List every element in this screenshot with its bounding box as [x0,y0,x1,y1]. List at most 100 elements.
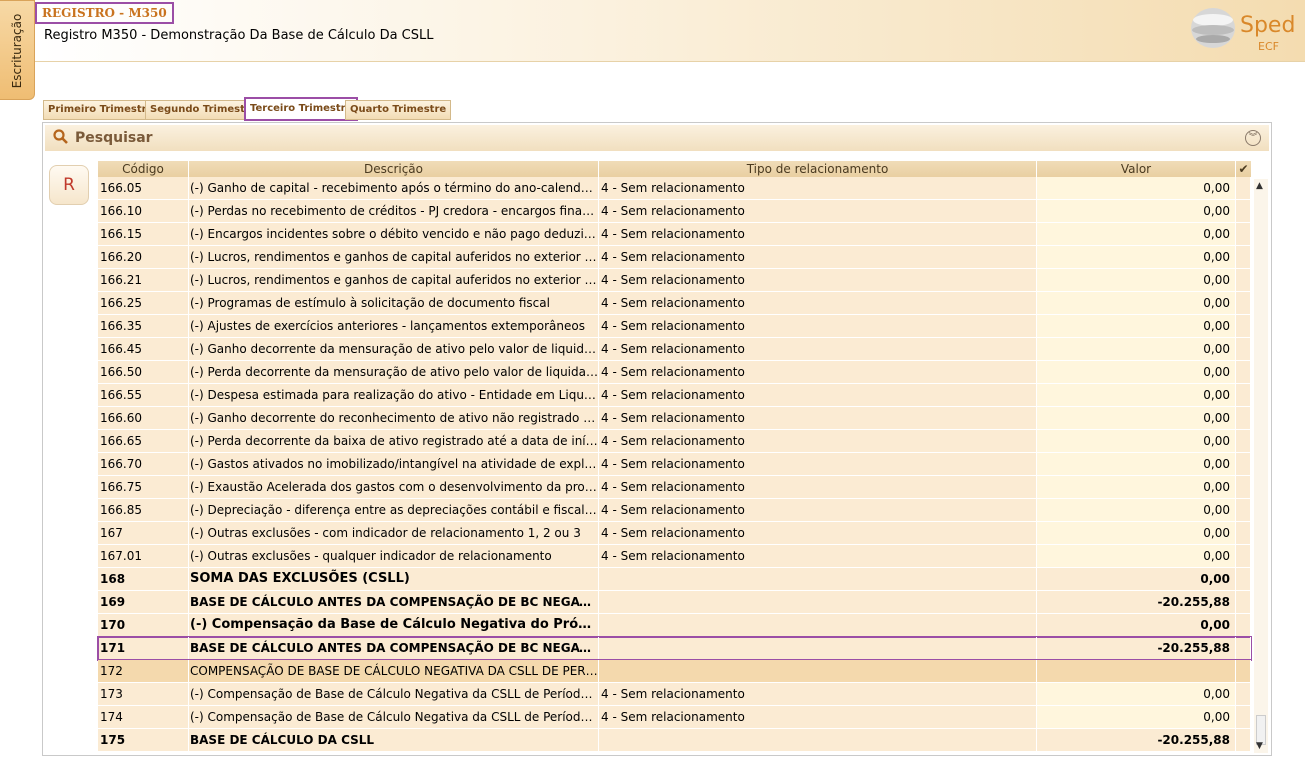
cell-valor[interactable]: 0,00 [1037,499,1236,521]
tab-terceiro-trimestre[interactable]: Terceiro Trimestre [244,97,359,121]
cell-valor[interactable] [1037,660,1236,682]
cell-check [1236,407,1251,429]
cell-descricao: (-) Gastos ativados no imobilizado/intan… [189,453,599,475]
cell-tipo: 4 - Sem relacionamento [599,706,1037,728]
expand-icon[interactable]: ︾ [1245,130,1261,146]
cell-descricao: (-) Perda decorrente da baixa de ativo r… [189,430,599,452]
table-row[interactable]: 166.50 (-) Perda decorrente da mensuração… [98,361,1251,384]
cell-valor[interactable]: 0,00 [1037,476,1236,498]
tab-quarto-trimestre[interactable]: Quarto Trimestre [345,100,452,120]
cell-valor[interactable]: 0,00 [1037,315,1236,337]
table-row[interactable]: 166.10 (-) Perdas no recebimento de crédi… [98,200,1251,223]
cell-check [1236,269,1251,291]
cell-check [1236,522,1251,544]
cell-valor[interactable]: 0,00 [1037,177,1236,199]
cell-descricao: (-) Ajustes de exercícios anteriores - l… [189,315,599,337]
table-row[interactable]: 167.01 (-) Outras exclusões - qualquer in… [98,545,1251,568]
cell-tipo: 4 - Sem relacionamento [599,338,1037,360]
table-row[interactable]: 166.35 (-) Ajustes de exercícios anterior… [98,315,1251,338]
table-row[interactable]: 167 (-) Outras exclusões - com indicador … [98,522,1251,545]
cell-descricao: BASE DE CÁLCULO ANTES DA COMPENSAÇÃO DE … [189,591,599,613]
cell-valor[interactable]: 0,00 [1037,338,1236,360]
cell-descricao: COMPENSAÇÃO DE BASE DE CÁLCULO NEGATIVA … [189,660,599,682]
cell-valor[interactable]: 0,00 [1037,614,1236,636]
record-button[interactable]: R [49,165,89,205]
search-bar[interactable]: Pesquisar ︾ [45,125,1269,151]
cell-valor[interactable]: -20.255,88 [1037,591,1236,613]
cell-tipo: 4 - Sem relacionamento [599,246,1037,268]
cell-valor[interactable]: 0,00 [1037,200,1236,222]
cell-descricao: (-) Depreciação - diferença entre as dep… [189,499,599,521]
cell-valor[interactable]: 0,00 [1037,453,1236,475]
search-label: Pesquisar [75,130,153,146]
column-header-tipo[interactable]: Tipo de relacionamento [599,161,1037,177]
cell-check [1236,292,1251,314]
table-row[interactable]: 166.55 (-) Despesa estimada para realizaç… [98,384,1251,407]
cell-valor[interactable]: 0,00 [1037,568,1236,590]
main-panel: Pesquisar ︾ R Código Descrição Tipo de r… [42,122,1272,756]
cell-valor[interactable]: 0,00 [1037,269,1236,291]
cell-codigo: 166.10 [98,200,189,222]
table-row[interactable]: 166.70 (-) Gastos ativados no imobilizado… [98,453,1251,476]
table-row[interactable]: 166.25 (-) Programas de estímulo à solici… [98,292,1251,315]
tab-primeiro-trimestre[interactable]: Primeiro Trimestre [43,100,159,120]
cell-descricao: BASE DE CÁLCULO ANTES DA COMPENSAÇÃO DE … [189,637,599,659]
cell-valor[interactable]: 0,00 [1037,292,1236,314]
table-row[interactable]: 166.75 (-) Exaustão Acelerada dos gastos … [98,476,1251,499]
cell-check [1236,384,1251,406]
vertical-scrollbar[interactable]: ▲ ▼ [1254,179,1268,753]
scroll-down-icon[interactable]: ▼ [1256,741,1263,751]
table-row[interactable]: 171 BASE DE CÁLCULO ANTES DA COMPENSAÇÃO … [97,636,1252,661]
table-row[interactable]: 166.85 (-) Depreciação - diferença entre … [98,499,1251,522]
side-tab-escrituracao[interactable]: Escrituração [0,0,35,100]
table-row[interactable]: 170 (-) Compensação da Base de Cálculo Ne… [98,614,1251,637]
table-row[interactable]: 166.15 (-) Encargos incidentes sobre o dé… [98,223,1251,246]
table-row[interactable]: 168 SOMA DAS EXCLUSÕES (CSLL) 0,00 [98,568,1251,591]
scroll-up-icon[interactable]: ▲ [1256,181,1263,191]
logo-subtitle: ECF [1258,40,1279,53]
cell-valor[interactable]: 0,00 [1037,683,1236,705]
cell-valor[interactable]: -20.255,88 [1037,729,1236,751]
table-row[interactable]: 174 (-) Compensação de Base de Cálculo Ne… [98,706,1251,729]
table-row[interactable]: 166.05 (-) Ganho de capital - recebimento… [98,177,1251,200]
cell-valor[interactable]: 0,00 [1037,545,1236,567]
table-row[interactable]: 175 BASE DE CÁLCULO DA CSLL -20.255,88 [98,729,1251,752]
cell-check [1236,200,1251,222]
cell-tipo: 4 - Sem relacionamento [599,499,1037,521]
cell-codigo: 166.21 [98,269,189,291]
table-row[interactable]: 166.20 (-) Lucros, rendimentos e ganhos d… [98,246,1251,269]
cell-descricao: (-) Despesa estimada para realização do … [189,384,599,406]
cell-valor[interactable]: 0,00 [1037,706,1236,728]
cell-descricao: (-) Lucros, rendimentos e ganhos de capi… [189,269,599,291]
page-title: Registro M350 - Demonstração Da Base de … [44,28,434,43]
cell-check [1236,683,1251,705]
cell-check [1236,223,1251,245]
grid-body: 166.05 (-) Ganho de capital - recebimento… [97,177,1252,752]
cell-check [1236,430,1251,452]
table-row[interactable]: 166.21 (-) Lucros, rendimentos e ganhos d… [98,269,1251,292]
cell-valor[interactable]: 0,00 [1037,361,1236,383]
checkmark-icon: ✔ [1238,162,1249,176]
column-header-codigo[interactable]: Código [98,161,189,177]
cell-valor[interactable]: 0,00 [1037,407,1236,429]
table-row[interactable]: 166.45 (-) Ganho decorrente da mensuração… [98,338,1251,361]
cell-valor[interactable]: 0,00 [1037,384,1236,406]
cell-valor[interactable]: -20.255,88 [1037,637,1236,659]
table-row[interactable]: 166.65 (-) Perda decorrente da baixa de a… [98,430,1251,453]
cell-codigo: 166.60 [98,407,189,429]
cell-check [1236,338,1251,360]
table-row[interactable]: 166.60 (-) Ganho decorrente do reconhecim… [98,407,1251,430]
cell-valor[interactable]: 0,00 [1037,246,1236,268]
cell-check [1236,660,1251,682]
column-header-descricao[interactable]: Descrição [189,161,599,177]
cell-tipo: 4 - Sem relacionamento [599,476,1037,498]
cell-valor[interactable]: 0,00 [1037,522,1236,544]
cell-descricao: (-) Lucros, rendimentos e ganhos de capi… [189,246,599,268]
cell-valor[interactable]: 0,00 [1037,223,1236,245]
cell-tipo: 4 - Sem relacionamento [599,269,1037,291]
table-row[interactable]: 173 (-) Compensação de Base de Cálculo Ne… [98,683,1251,706]
table-row[interactable]: 172 COMPENSAÇÃO DE BASE DE CÁLCULO NEGATI… [98,660,1251,683]
table-row[interactable]: 169 BASE DE CÁLCULO ANTES DA COMPENSAÇÃO … [98,591,1251,614]
column-header-valor[interactable]: Valor [1037,161,1236,177]
cell-valor[interactable]: 0,00 [1037,430,1236,452]
